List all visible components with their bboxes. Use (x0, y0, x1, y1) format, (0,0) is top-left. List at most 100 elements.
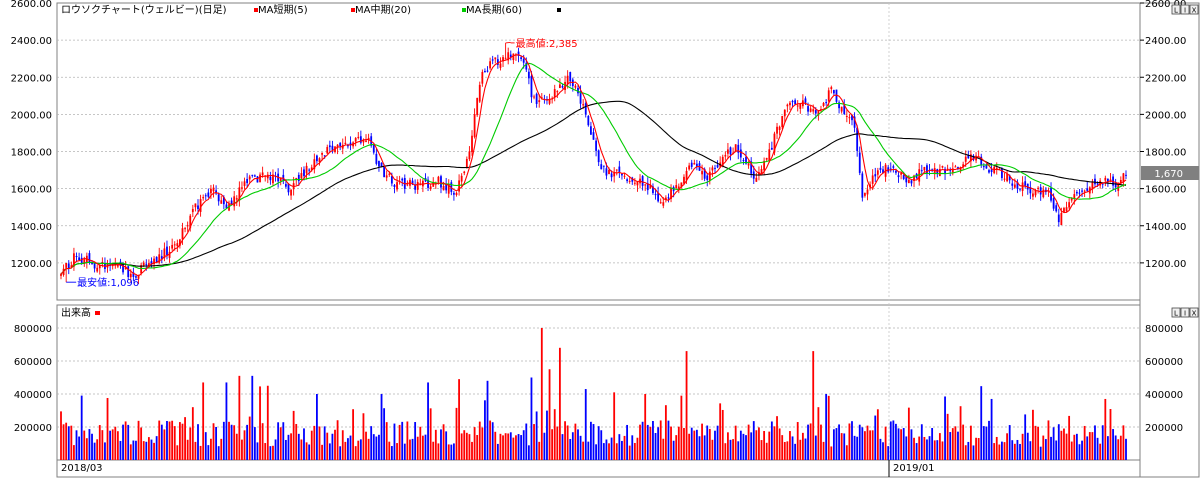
volume-bar (856, 436, 859, 460)
volume-tick-label-right: 200000 (1145, 423, 1183, 434)
volume-bar (393, 423, 396, 460)
price-panel-controls: L I X (1171, 4, 1199, 15)
volume-panel-i-button[interactable]: I (1180, 307, 1190, 318)
volume-bar (202, 382, 205, 460)
volume-bar (318, 426, 321, 460)
volume-bar (789, 431, 791, 460)
volume-bar (933, 440, 936, 460)
volume-bar (662, 438, 665, 460)
price-tick-label-right: 2400.00 (1145, 36, 1186, 47)
volume-bar (1075, 433, 1078, 460)
volume-bar (548, 369, 551, 460)
volume-tick-label-right: 400000 (1145, 390, 1183, 401)
volume-bar (590, 421, 592, 460)
price-tick-label-right: 1800.00 (1145, 148, 1186, 159)
volume-tick-label-left: 200000 (14, 423, 52, 434)
volume-bar (124, 421, 127, 460)
volume-bar (569, 438, 572, 460)
legend-swatch (95, 311, 100, 315)
volume-bar (652, 421, 654, 460)
volume-bar (814, 435, 817, 460)
volume-bar (145, 441, 148, 460)
volume-bar (959, 406, 962, 460)
price-panel-close-button[interactable]: X (1189, 4, 1199, 15)
volume-bar (233, 425, 236, 460)
volume-bar (993, 443, 996, 460)
price-panel-i-button[interactable]: I (1180, 4, 1190, 15)
volume-bar (1013, 443, 1016, 460)
volume-bar (540, 328, 543, 460)
volume-bar (259, 386, 261, 460)
volume-bar (538, 441, 541, 460)
volume-bar (791, 436, 794, 460)
volume-bar (489, 420, 492, 460)
volume-bar (915, 443, 918, 460)
volume-tick-label-right: 800000 (1145, 324, 1183, 335)
volume-bar (1026, 432, 1029, 460)
volume-bar (287, 434, 290, 460)
volume-bar (561, 434, 564, 460)
price-tick-label-right: 1200.00 (1145, 259, 1186, 270)
volume-bar (688, 433, 691, 460)
volume-bar (471, 441, 473, 460)
volume-bar (1039, 446, 1042, 460)
volume-bar (701, 423, 703, 460)
volume-bar (1050, 436, 1052, 460)
volume-bar (127, 424, 130, 460)
volume-bar (977, 438, 980, 460)
volume-bar (564, 421, 566, 460)
volume-bar (437, 443, 440, 460)
volume-bar (1044, 439, 1047, 460)
volume-bar (1068, 415, 1071, 460)
volume-bar (582, 441, 585, 460)
volume-bar (858, 424, 861, 460)
volume-bar (879, 438, 882, 460)
volume-bar (980, 386, 983, 460)
volume-bar (670, 426, 672, 460)
candle (861, 171, 864, 202)
volume-bar (920, 424, 923, 460)
volume-bar (786, 441, 789, 460)
volume-bar (385, 422, 388, 460)
volume-bar (137, 420, 140, 460)
volume-bar (166, 421, 168, 460)
volume-bar (235, 433, 238, 460)
volume-bar (902, 428, 905, 460)
volume-bar (403, 443, 406, 460)
volume-bar (504, 433, 507, 460)
volume-bar (442, 424, 445, 460)
volume-bar (217, 446, 220, 460)
volume-bar (331, 433, 334, 460)
volume-bar (641, 421, 644, 460)
volume-bar (698, 436, 701, 460)
volume-bar (664, 405, 667, 460)
volume-bar (101, 430, 104, 460)
volume-bar (926, 439, 928, 460)
volume-bar (602, 443, 605, 460)
volume-bar (864, 431, 866, 460)
volume-bar (936, 440, 939, 460)
volume-bar (1086, 436, 1089, 460)
volume-bar (132, 440, 135, 460)
volume-bar (830, 446, 833, 460)
price-panel-l-button[interactable]: L (1171, 4, 1181, 15)
volume-panel-close-button[interactable]: X (1189, 307, 1199, 318)
volume-bar (453, 443, 455, 460)
volume-bar (179, 422, 181, 460)
volume-bar (765, 442, 768, 460)
volume-bar (365, 431, 367, 460)
volume-bar (954, 426, 957, 460)
volume-bar (895, 423, 897, 460)
low-annotation: 最安値:1,096 (77, 276, 139, 289)
volume-bar (690, 427, 693, 460)
volume-bar (176, 445, 179, 460)
volume-chart-title: 出来高 (61, 306, 91, 319)
volume-bar (812, 351, 815, 460)
volume-bar (279, 427, 282, 460)
volume-bar (67, 426, 70, 460)
volume-panel-l-button[interactable]: L (1171, 307, 1181, 318)
volume-bar (396, 443, 398, 460)
volume-bar (292, 410, 295, 460)
volume-bar (1063, 428, 1065, 460)
volume-bar (577, 429, 579, 460)
